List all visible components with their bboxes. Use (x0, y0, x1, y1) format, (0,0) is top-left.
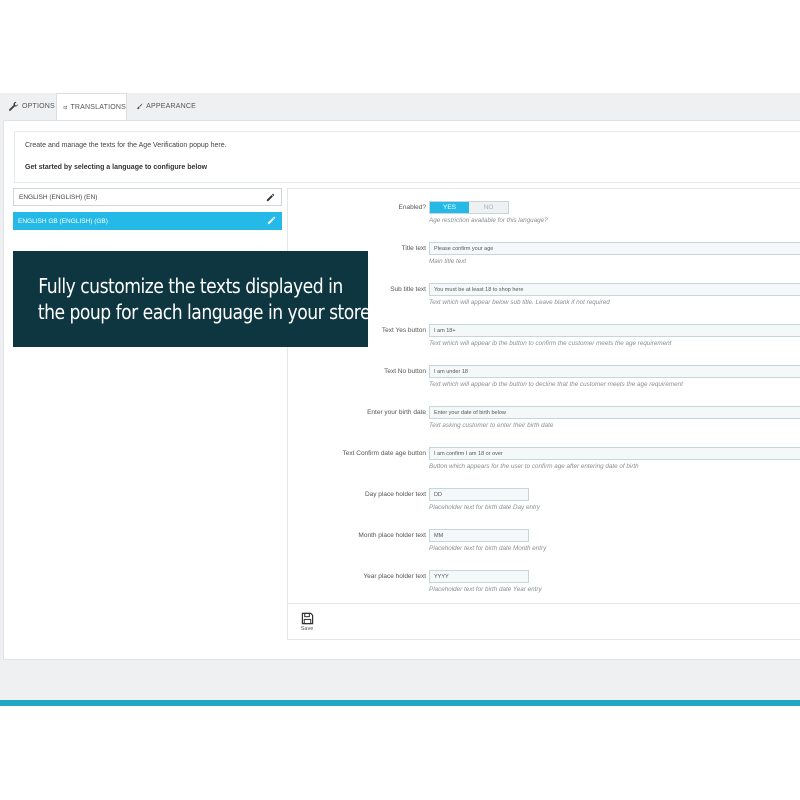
pencil-icon[interactable] (266, 215, 277, 226)
translations-panel: Create and manage the texts for the Age … (3, 120, 800, 660)
bottom-accent-bar (0, 700, 800, 706)
tab-options[interactable]: Options (8, 93, 56, 120)
birth-date-text-input[interactable]: Enter your date of birth below (429, 406, 800, 419)
enabled-label: Enabled? (398, 204, 426, 211)
toggle-yes[interactable]: YES (430, 202, 469, 213)
no-button-text-input[interactable]: I am under 18 (429, 365, 800, 378)
promo-caption: Fully customize the texts displayed in t… (13, 251, 371, 347)
floppy-disk-icon (301, 612, 313, 625)
admin-screen: Options Translations Appearance Create a… (0, 93, 800, 700)
field-label: Day place holder text (364, 491, 426, 498)
tab-options-label: Options (22, 103, 55, 110)
field-help: Text which will appear ib the button to … (429, 340, 672, 347)
wrench-icon (9, 101, 19, 111)
field-help: Placeholder text for birth date Month en… (429, 545, 547, 552)
subtitle-text-input[interactable]: You must be at least 18 to shop here (429, 283, 800, 296)
enabled-help: Age restriction available for this langu… (429, 217, 548, 224)
intro-box: Create and manage the texts for the Age … (14, 131, 800, 183)
form-footer: Save (288, 603, 800, 642)
field-help: Text which will appear below sub title. … (429, 299, 610, 306)
tab-appearance[interactable]: Appearance (136, 93, 196, 120)
brush-icon (136, 103, 143, 110)
save-button[interactable]: Save (296, 612, 318, 638)
month-placeholder-input[interactable]: MM (429, 529, 529, 542)
external-link-icon (63, 105, 67, 109)
field-label: Text Yes button (381, 327, 426, 334)
title-text-input[interactable]: Please confirm your age (429, 242, 800, 255)
tab-translations-label: Translations (70, 104, 126, 111)
tab-bar: Options Translations Appearance (0, 93, 800, 121)
field-label: Text Confirm date age button (342, 450, 426, 457)
field-help: Placeholder text for birth date Day entr… (429, 504, 540, 511)
enabled-toggle[interactable]: YES NO (429, 201, 509, 214)
language-item-en[interactable]: ENGLISH (ENGLISH) (EN) (13, 188, 282, 206)
day-placeholder-input[interactable]: DD (429, 488, 529, 501)
field-help: Button which appears for the user to con… (429, 463, 639, 470)
language-label: ENGLISH (ENGLISH) (EN) (19, 193, 98, 201)
promo-caption-line1: Fully customize the texts displayed in (38, 274, 343, 298)
pencil-icon[interactable] (265, 192, 276, 203)
year-placeholder-input[interactable]: YYYY (429, 570, 529, 583)
field-help: Main title text (429, 258, 467, 265)
toggle-no[interactable]: NO (469, 202, 508, 213)
save-label: Save (300, 626, 314, 632)
language-item-gb[interactable]: ENGLISH GB (ENGLISH) (GB) (13, 212, 282, 230)
field-help: Text asking customer to enter their birt… (429, 422, 554, 429)
field-label: Month place holder text (358, 532, 426, 539)
confirm-button-text-input[interactable]: I am confirm I am 18 or over (429, 447, 800, 460)
field-label: Enter your birth date (367, 409, 426, 416)
field-label: Sub title text (390, 286, 426, 293)
yes-button-text-input[interactable]: I am 18+ (429, 324, 800, 337)
promo-caption-line2: the poup for each language in your store (37, 300, 371, 324)
language-label: ENGLISH GB (ENGLISH) (GB) (18, 217, 108, 225)
tab-translations[interactable]: Translations (56, 93, 127, 121)
field-help: Placeholder text for birth date Year ent… (429, 586, 542, 593)
intro-instruction: Get started by selecting a language to c… (25, 164, 208, 171)
field-help: Text which will appear ib the button to … (429, 381, 683, 388)
tab-appearance-label: Appearance (146, 103, 196, 110)
field-label: Year place holder text (363, 573, 426, 580)
field-label: Title text (401, 245, 426, 252)
intro-description: Create and manage the texts for the Age … (25, 142, 227, 149)
field-label: Text No button (384, 368, 426, 375)
